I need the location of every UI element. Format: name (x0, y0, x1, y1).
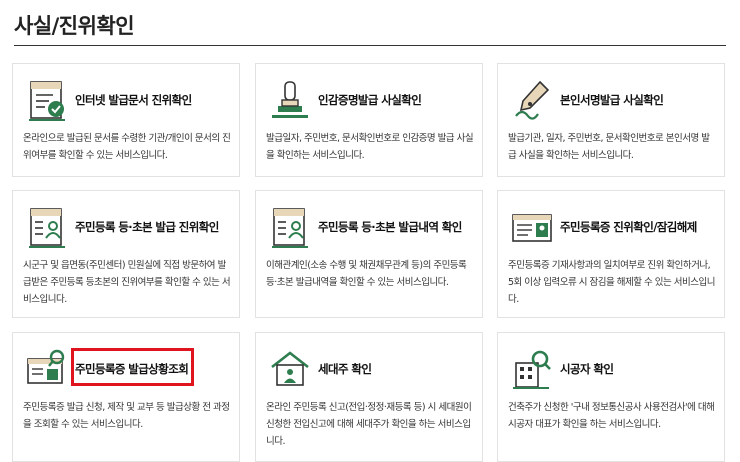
service-title: 시공자 확인 (560, 362, 614, 376)
service-card-seal-verify[interactable]: 인감증명발급 사실확인 발급일자, 주민번호, 문서확인번호로 인감증명 발급 … (255, 63, 483, 177)
service-desc: 이해관계인(소송 수행 및 채권채무관계 등)의 주민등록 등·초본 발급내역을… (266, 260, 467, 288)
service-title: 주민등록 등·초본 발급내역 확인 (318, 220, 462, 234)
service-card-contractor[interactable]: 시공자 확인 건축주가 신청한 '구내 정보통신공사 사용전검사'에 대해 시공… (497, 332, 725, 462)
service-title: 인터넷 발급문서 진위확인 (75, 93, 192, 107)
service-desc: 발급기관, 일자, 주민번호, 문서확인번호로 본인서명 발급 사실을 확인하는… (508, 133, 710, 161)
service-desc: 시군구 및 읍면동(주민센터) 민원실에 직접 방문하여 발급받은 주민등록 등… (23, 260, 231, 305)
service-card-idcard-verify[interactable]: 주민등록증 진위확인/잠김해제 주민등록증 기재사항과의 일치여부로 진위 확인… (497, 190, 725, 318)
certificate-check-icon (25, 78, 69, 122)
service-card-signature-verify[interactable]: 본인서명발급 사실확인 발급기관, 일자, 주민번호, 문서확인번호로 본인서명… (497, 63, 725, 177)
resident-document-icon (268, 205, 312, 249)
resident-document-icon (25, 205, 69, 249)
title-divider (14, 45, 726, 46)
service-desc: 온라인으로 발급된 문서를 수령한 기관/개인이 문서의 진위여부를 확인할 수… (23, 133, 231, 161)
id-card-search-icon (25, 347, 69, 391)
service-title: 세대주 확인 (318, 362, 372, 376)
service-title: 주민등록증 진위확인/잠김해제 (560, 220, 697, 234)
page-title: 사실/진위확인 (14, 14, 135, 38)
service-card-internet-doc-verify[interactable]: 인터넷 발급문서 진위확인 온라인으로 발급된 문서를 수령한 기관/개인이 문… (12, 63, 240, 177)
service-desc: 건축주가 신청한 '구내 정보통신공사 사용전검사'에 대해 시공자 대표가 확… (508, 402, 715, 430)
service-title: 본인서명발급 사실확인 (560, 93, 664, 107)
page: 사실/진위확인 인터넷 발급문서 진위확인 온라인으로 발급된 문서를 수령한 … (0, 0, 740, 462)
service-card-householder[interactable]: 세대주 확인 온라인 주민등록 신고(전입·정정·재등록 등) 시 세대원이 신… (255, 332, 483, 462)
service-title: 주민등록 등·초본 발급 진위확인 (75, 220, 219, 234)
pen-signature-icon (510, 78, 554, 122)
service-desc: 발급일자, 주민번호, 문서확인번호로 인감증명 발급 사실을 확인하는 서비스… (266, 133, 474, 161)
service-desc: 주민등록증 발급 신청, 제작 및 교부 등 발급상황 전 과정을 조회할 수 … (23, 402, 230, 430)
service-card-resident-verify[interactable]: 주민등록 등·초본 발급 진위확인 시군구 및 읍면동(주민센터) 민원실에 직… (12, 190, 240, 318)
building-search-icon (510, 347, 554, 391)
seal-stamp-icon (268, 78, 312, 122)
service-desc: 주민등록증 기재사항과의 일치여부로 진위 확인하거나, 5회 이상 입력오류 … (508, 260, 715, 305)
house-person-icon (268, 347, 312, 391)
service-desc: 온라인 주민등록 신고(전입·정정·재등록 등) 시 세대원이 신청한 전입신고… (266, 402, 472, 447)
service-card-resident-history[interactable]: 주민등록 등·초본 발급내역 확인 이해관계인(소송 수행 및 채권채무관계 등… (255, 190, 483, 318)
service-title: 인감증명발급 사실확인 (318, 93, 422, 107)
id-card-icon (510, 205, 554, 249)
highlight-box (71, 348, 194, 386)
